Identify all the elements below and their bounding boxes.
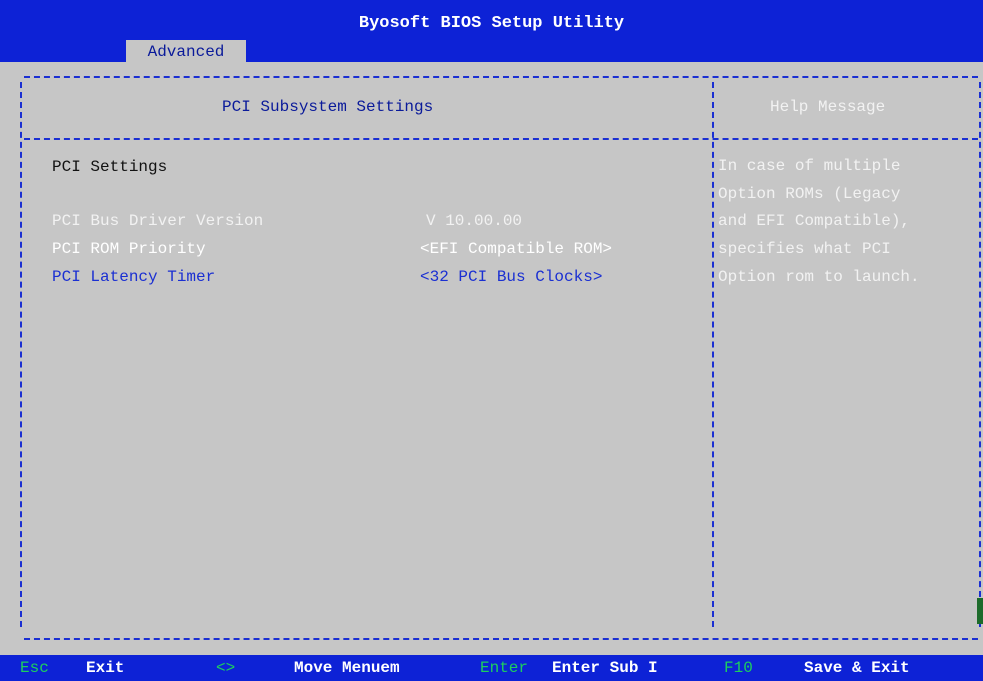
key-f10-desc: Save & Exit	[804, 659, 910, 677]
help-line: Option rom to launch.	[718, 268, 920, 286]
key-enter[interactable]: Enter	[480, 655, 528, 681]
item-pci-latency-timer-label[interactable]: PCI Latency Timer	[52, 268, 215, 286]
title-bar: Byosoft BIOS Setup Utility Advanced	[0, 0, 983, 64]
item-pci-rom-priority-value[interactable]: <EFI Compatible ROM>	[420, 240, 612, 258]
column-divider	[712, 82, 714, 627]
frame-right-border	[979, 82, 981, 627]
help-line: In case of multiple	[718, 157, 901, 175]
status-bar: Esc Exit <> Move Menuem Enter Enter Sub …	[0, 655, 983, 681]
frame-left-border	[20, 82, 22, 627]
key-esc[interactable]: Esc	[20, 655, 49, 681]
tab-advanced[interactable]: Advanced	[126, 40, 246, 64]
section-title: PCI Subsystem Settings	[222, 98, 434, 116]
help-line: specifies what PCI	[718, 240, 891, 258]
item-pci-latency-timer-value[interactable]: <32 PCI Bus Clocks>	[420, 268, 602, 286]
item-pci-bus-driver-version-value: V 10.00.00	[426, 212, 523, 230]
group-label-pci-settings: PCI Settings	[52, 158, 168, 176]
frame-bottom-border	[24, 638, 978, 640]
help-line: and EFI Compatible),	[718, 212, 911, 230]
key-arrows-desc: Move Menuem	[294, 659, 400, 677]
frame-top-border	[24, 76, 978, 78]
key-arrows[interactable]: <>	[216, 655, 235, 681]
main-panel	[0, 62, 983, 655]
scroll-marker	[977, 598, 983, 624]
help-line: Option ROMs (Legacy	[718, 185, 901, 203]
help-title: Help Message	[770, 98, 886, 116]
item-pci-bus-driver-version-label: PCI Bus Driver Version	[52, 212, 264, 230]
key-f10[interactable]: F10	[724, 655, 753, 681]
key-esc-desc: Exit	[86, 659, 125, 677]
app-title: Byosoft BIOS Setup Utility	[358, 14, 625, 33]
item-pci-rom-priority-label[interactable]: PCI ROM Priority	[52, 240, 206, 258]
key-enter-desc: Enter Sub I	[552, 659, 658, 677]
header-divider	[24, 138, 978, 140]
